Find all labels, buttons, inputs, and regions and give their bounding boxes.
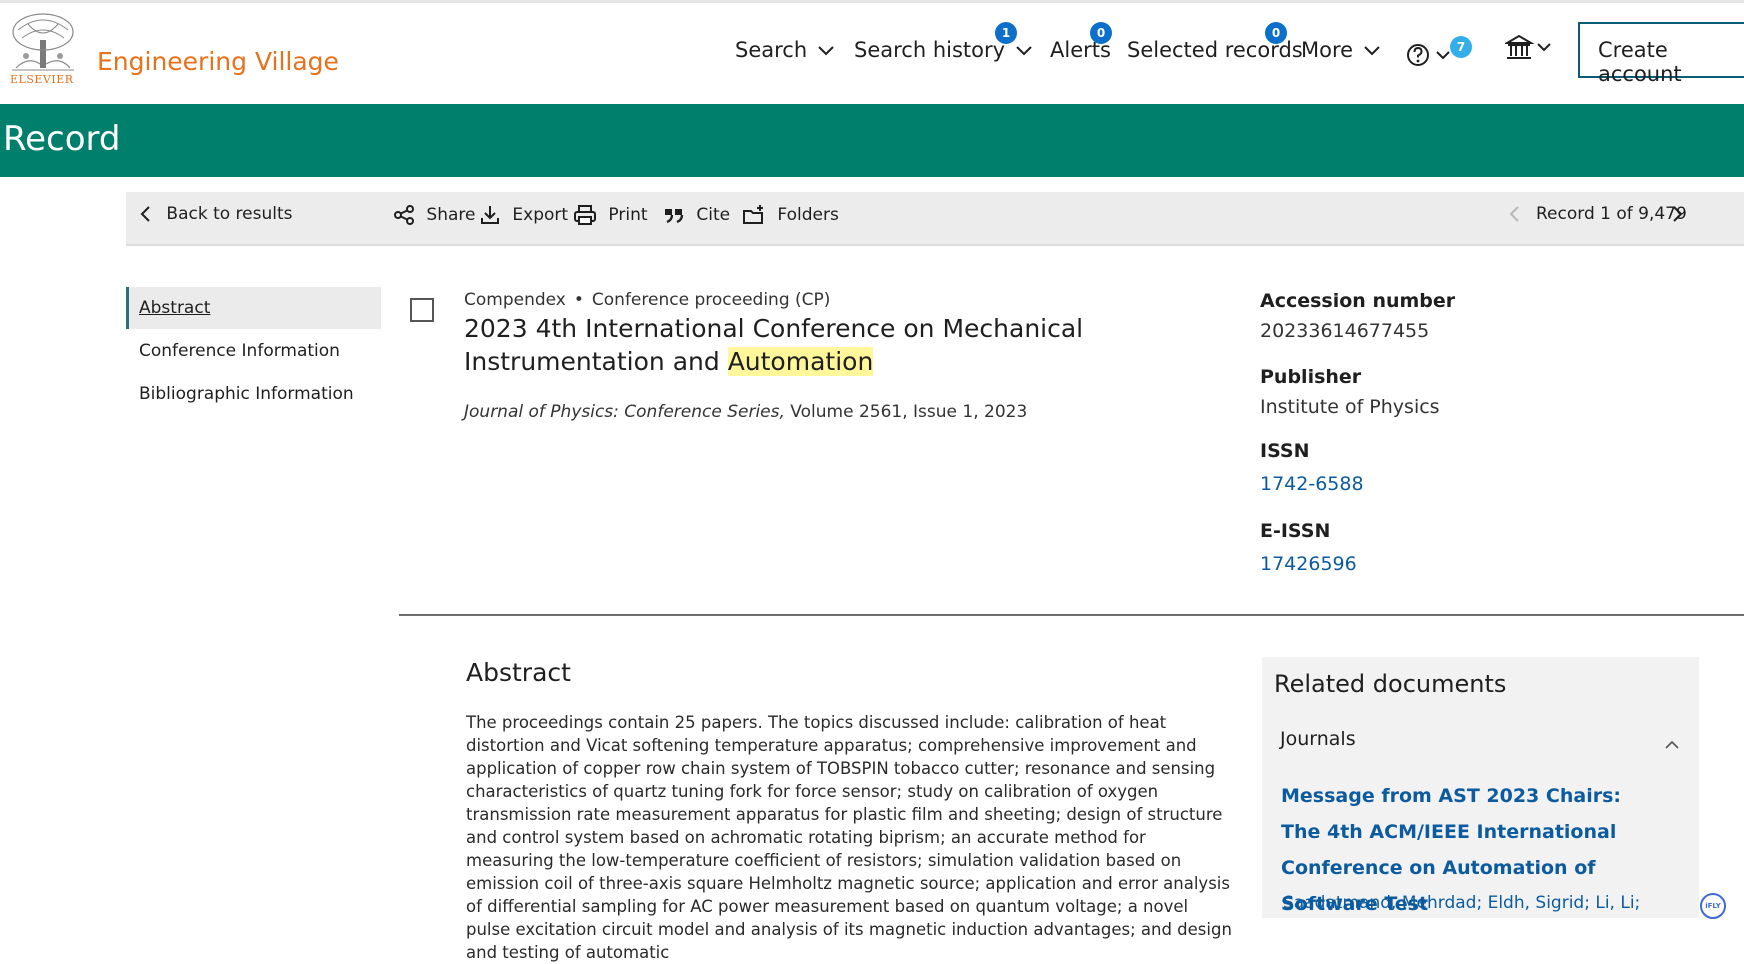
source-line: Journal of Physics: Conference Series, V… bbox=[464, 402, 1027, 422]
share-icon bbox=[394, 205, 414, 225]
help-menu[interactable] bbox=[1406, 43, 1452, 71]
chevron-up-icon bbox=[1665, 740, 1679, 749]
collapse-journals-button[interactable] bbox=[1665, 735, 1679, 754]
nav-search-history-label: Search history bbox=[854, 38, 1006, 62]
record-meta-line: Compendex • Conference proceeding (CP) bbox=[464, 290, 830, 310]
related-document-authors[interactable]: Saadatmand, Mehrdad; Eldh, Sigrid; Li, L… bbox=[1283, 893, 1640, 913]
abstract-text: The proceedings contain 25 papers. The t… bbox=[466, 713, 1232, 962]
share-button[interactable]: Share bbox=[393, 204, 475, 226]
sidenav-item-abstract[interactable]: Abstract bbox=[139, 298, 210, 318]
chevron-right-icon bbox=[1673, 206, 1683, 222]
help-count-badge: 7 bbox=[1450, 36, 1472, 58]
share-label: Share bbox=[426, 205, 476, 225]
printer-icon bbox=[574, 205, 596, 225]
record-toolbar bbox=[126, 192, 1744, 246]
cite-button[interactable]: Cite bbox=[663, 204, 730, 226]
selected-records-count-badge: 0 bbox=[1265, 22, 1287, 44]
download-icon bbox=[481, 206, 499, 224]
export-button[interactable]: Export bbox=[479, 204, 568, 226]
source-details: Volume 2561, Issue 1, 2023 bbox=[784, 402, 1028, 422]
accession-number-label: Accession number bbox=[1260, 290, 1456, 312]
sidenav-item-bibliographic-information[interactable]: Bibliographic Information bbox=[139, 384, 354, 404]
accession-number-value: 20233614677455 bbox=[1260, 320, 1430, 342]
eissn-link[interactable]: 17426596 bbox=[1260, 553, 1357, 575]
record-position: Record 1 of 9,479 bbox=[1536, 204, 1687, 224]
nav-more-label: More bbox=[1301, 38, 1354, 62]
print-button[interactable]: Print bbox=[573, 204, 648, 226]
search-term-highlight: Automation bbox=[727, 347, 874, 376]
separator-dot: • bbox=[573, 290, 584, 310]
folders-button[interactable]: Folders bbox=[742, 204, 839, 226]
chevron-down-icon bbox=[818, 46, 834, 56]
database-name: Compendex bbox=[464, 290, 566, 310]
back-to-results-link[interactable]: Back to results bbox=[139, 204, 293, 224]
abstract-heading: Abstract bbox=[466, 658, 571, 687]
folders-label: Folders bbox=[777, 205, 839, 225]
chevron-left-icon bbox=[140, 206, 150, 222]
elsevier-wordmark: ELSEVIER bbox=[10, 73, 74, 86]
ifly-label: iFLY bbox=[1705, 902, 1721, 910]
top-border bbox=[0, 0, 1744, 3]
chevron-down-icon bbox=[1364, 46, 1380, 56]
chevron-left-icon bbox=[1509, 206, 1519, 222]
chevron-down-icon bbox=[1016, 46, 1032, 56]
document-title: 2023 4th International Conference on Mec… bbox=[464, 312, 1224, 378]
page-title: Record bbox=[3, 119, 121, 159]
alerts-count-badge: 0 bbox=[1090, 22, 1112, 44]
ifly-widget-icon[interactable]: iFLY bbox=[1700, 893, 1726, 919]
nav-more[interactable]: More bbox=[1301, 38, 1380, 62]
quote-icon bbox=[665, 209, 684, 224]
record-banner bbox=[0, 104, 1744, 177]
source-journal: Journal of Physics: Conference Series, bbox=[464, 402, 785, 422]
select-record-checkbox[interactable] bbox=[410, 298, 434, 322]
nav-search[interactable]: Search bbox=[735, 38, 834, 62]
journals-section-label[interactable]: Journals bbox=[1280, 728, 1356, 750]
export-label: Export bbox=[512, 205, 569, 225]
document-type: Conference proceeding (CP) bbox=[591, 290, 831, 310]
create-account-button[interactable]: Create account bbox=[1578, 22, 1744, 86]
search-history-count-badge: 1 bbox=[995, 22, 1017, 44]
issn-link[interactable]: 1742-6588 bbox=[1260, 473, 1364, 495]
issn-label: ISSN bbox=[1260, 440, 1310, 462]
sidenav-item-conference-information[interactable]: Conference Information bbox=[139, 341, 340, 361]
folder-add-icon bbox=[743, 205, 763, 224]
next-record-button[interactable] bbox=[1672, 204, 1684, 224]
institution-menu[interactable] bbox=[1503, 34, 1555, 66]
section-divider bbox=[399, 614, 1744, 616]
publisher-value: Institute of Physics bbox=[1260, 396, 1440, 418]
related-documents-title: Related documents bbox=[1274, 670, 1507, 698]
previous-record-button[interactable] bbox=[1508, 204, 1520, 224]
nav-search-label: Search bbox=[735, 38, 808, 62]
help-icon bbox=[1407, 44, 1450, 66]
brand-name[interactable]: Engineering Village bbox=[97, 47, 339, 76]
back-to-results-label: Back to results bbox=[166, 204, 293, 224]
print-label: Print bbox=[608, 205, 648, 225]
publisher-label: Publisher bbox=[1260, 366, 1362, 388]
cite-label: Cite bbox=[696, 205, 731, 225]
institution-icon bbox=[1503, 34, 1551, 59]
eissn-label: E-ISSN bbox=[1260, 520, 1331, 542]
